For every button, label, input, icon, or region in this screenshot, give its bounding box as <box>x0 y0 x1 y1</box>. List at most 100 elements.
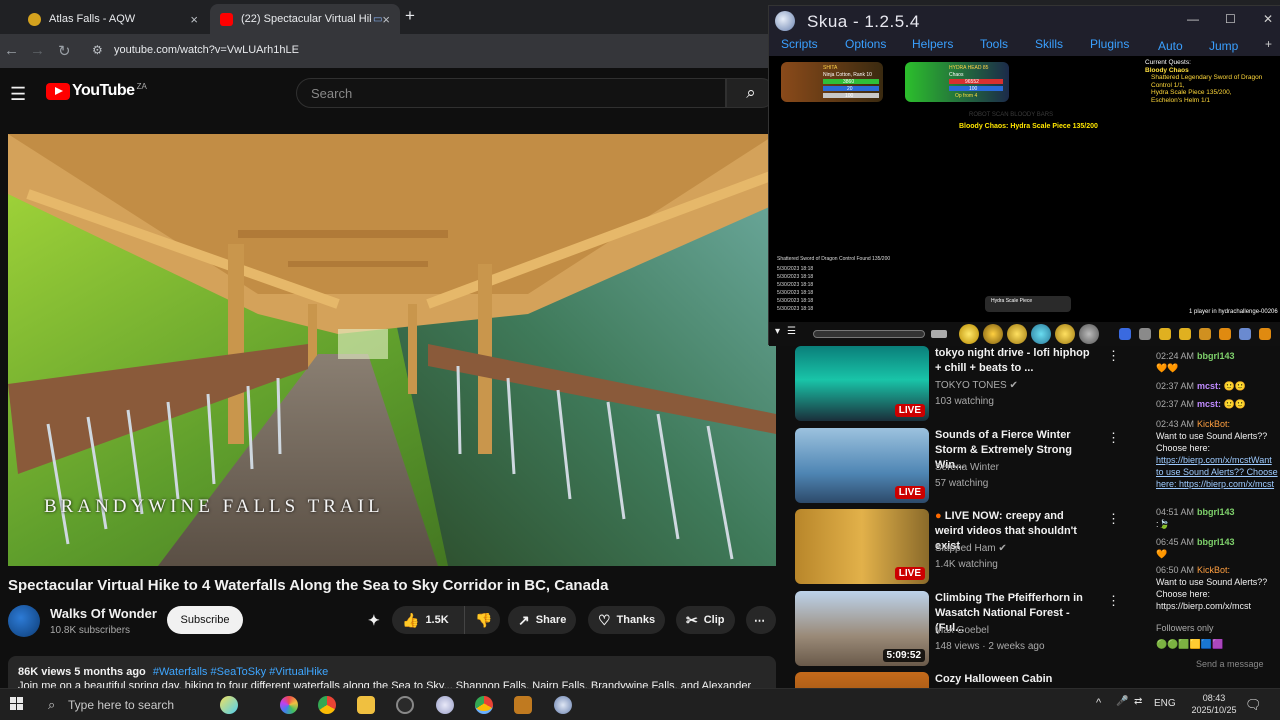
forward-arrow-icon[interactable]: → <box>30 42 45 59</box>
clip-button[interactable]: ✂ Clip <box>676 606 735 634</box>
windows-start-icon[interactable] <box>10 697 24 711</box>
menu-options[interactable]: Options <box>845 37 886 51</box>
search-input[interactable]: Search <box>296 78 726 108</box>
more-vert-icon[interactable]: ⋮ <box>1107 348 1120 364</box>
recommendation-channel: Max Goebel <box>935 625 989 636</box>
menu-icon-8[interactable] <box>1259 328 1271 340</box>
aqw-favicon-icon <box>28 12 41 26</box>
github-icon[interactable] <box>396 696 414 714</box>
skill-4-icon[interactable] <box>1031 324 1051 344</box>
skill-5-icon[interactable] <box>1055 324 1075 344</box>
channel-name[interactable]: Walks Of Wonder <box>50 606 157 621</box>
back-arrow-icon[interactable]: ← <box>4 42 19 59</box>
menu-plugins[interactable]: Plugins <box>1090 37 1129 51</box>
site-info-icon[interactable]: ⚙ <box>92 43 103 57</box>
skua-taskbar-icon[interactable] <box>554 696 572 714</box>
language-indicator[interactable]: ENG <box>1154 698 1176 709</box>
chat-input[interactable] <box>813 330 925 338</box>
skua-logo-icon <box>775 11 795 31</box>
browser-tab-aqw[interactable]: Atlas Falls - AQW × <box>18 4 208 34</box>
more-vert-icon[interactable]: ⋮ <box>1107 430 1120 446</box>
recommendation-item[interactable]: 5:09:52 Climbing The Pfeifferhorn in Was… <box>795 591 1120 669</box>
menu-icon-1[interactable] <box>1119 328 1131 340</box>
menu-icon-6[interactable] <box>1219 328 1231 340</box>
snipping-tool-icon[interactable] <box>436 696 454 714</box>
tray-overflow-icon[interactable]: ^ <box>1096 697 1101 709</box>
menu-jump[interactable]: Jump <box>1209 39 1238 53</box>
add-icon[interactable]: + <box>1265 37 1272 51</box>
video-thumbnail[interactable]: LIVE <box>795 346 929 421</box>
more-vert-icon[interactable]: ⋮ <box>1107 511 1120 527</box>
thanks-button[interactable]: ♡ Thanks <box>588 606 666 634</box>
target-portrait[interactable]: HYDRA HEAD 85 Chaos 96552 100 Op from 4 <box>905 62 1009 102</box>
recommendation-item[interactable]: Cozy Halloween Cabin <box>795 672 1120 688</box>
send-button[interactable] <box>931 330 947 338</box>
dislike-button[interactable]: 👎 <box>464 606 500 634</box>
skill-3-icon[interactable] <box>1007 324 1027 344</box>
game-viewport[interactable]: SHITA Ninja Cotton, Rank 10 3860 20 100 … <box>769 56 1280 346</box>
menu-auto[interactable]: Auto <box>1158 39 1183 53</box>
reload-icon[interactable]: ↻ <box>58 42 71 60</box>
recommendation-item[interactable]: LIVE ● LIVE NOW: creepy and weird videos… <box>795 509 1120 587</box>
network-icon[interactable]: ⇄ <box>1134 696 1142 707</box>
channel-avatar[interactable] <box>8 605 40 637</box>
taskbar-clock[interactable]: 08:43 2025/10/25 <box>1185 692 1243 716</box>
close-tab-icon[interactable]: × <box>382 12 390 27</box>
aqw-launcher-icon[interactable] <box>514 696 532 714</box>
menu-icon-7[interactable] <box>1239 328 1251 340</box>
photos-app-icon[interactable] <box>280 696 298 714</box>
chrome-icon[interactable] <box>318 696 336 714</box>
share-button[interactable]: ↗ Share <box>508 606 577 634</box>
url-field[interactable]: youtube.com/watch?v=VwLUArh1hLE <box>114 44 299 56</box>
youtube-logo[interactable]: YouTube ZA <box>46 82 147 100</box>
live-badge: LIVE <box>894 567 925 580</box>
sparkle-ask-button[interactable]: ✦ <box>362 606 386 634</box>
new-tab-button[interactable]: + <box>405 6 415 26</box>
video-player[interactable]: BRANDYWINE FALLS TRAIL <box>8 134 776 566</box>
video-thumbnail[interactable]: 5:09:52 <box>795 591 929 666</box>
menu-icon-5[interactable] <box>1199 328 1211 340</box>
player-class: Ninja Cotton, Rank 10 <box>823 72 872 78</box>
potion-slot-icon[interactable] <box>1079 324 1099 344</box>
more-vert-icon[interactable]: ⋮ <box>1107 593 1120 609</box>
live-dot-icon: ● <box>935 510 942 522</box>
recommendation-item[interactable]: LIVE Sounds of a Fierce Winter Storm & E… <box>795 428 1120 506</box>
recommendation-title[interactable]: tokyo night drive - lofi hiphop + chill … <box>935 346 1095 376</box>
chat-menu-icon[interactable]: ☰ <box>787 326 796 337</box>
emoji-row[interactable]: 🟢🟢🟩🟨🟦🟪 <box>1156 638 1278 650</box>
skua-titlebar[interactable]: Skua - 1.2.5.4 — ☐ ✕ <box>769 6 1280 36</box>
subscribe-button[interactable]: Subscribe <box>167 606 243 634</box>
menu-helpers[interactable]: Helpers <box>912 37 953 51</box>
menu-scripts[interactable]: Scripts <box>781 37 818 51</box>
menu-icon-4[interactable] <box>1179 328 1191 340</box>
video-thumbnail[interactable]: LIVE <box>795 509 929 584</box>
file-explorer-icon[interactable] <box>357 696 375 714</box>
maximize-icon[interactable]: ☐ <box>1225 12 1236 26</box>
menu-icon[interactable]: ☰ <box>10 84 26 105</box>
like-button[interactable]: 👍 1.5K <box>392 606 464 634</box>
menu-tools[interactable]: Tools <box>980 37 1008 51</box>
hashtags[interactable]: #Waterfalls #SeaToSky #VirtualHike <box>153 666 328 678</box>
menu-icon-3[interactable] <box>1159 328 1171 340</box>
chrome-active-icon[interactable] <box>475 696 493 714</box>
video-thumbnail[interactable] <box>795 672 929 688</box>
skill-1-icon[interactable] <box>959 324 979 344</box>
close-icon[interactable]: ✕ <box>1263 12 1273 26</box>
browser-tab-youtube[interactable]: (22) Spectacular Virtual Hik ▭ × <box>210 4 400 34</box>
chat-send-input[interactable]: Send a message <box>1156 658 1278 670</box>
video-thumbnail[interactable]: LIVE <box>795 428 929 503</box>
recommendation-item[interactable]: LIVE tokyo night drive - lofi hiphop + c… <box>795 346 1120 424</box>
chat-toggle-icon[interactable]: ▾ <box>775 326 780 337</box>
microphone-icon[interactable]: 🎤 <box>1116 696 1128 707</box>
player-portrait[interactable]: SHITA Ninja Cotton, Rank 10 3860 20 100 <box>781 62 883 102</box>
notification-icon[interactable]: 🗨 <box>1245 697 1262 713</box>
recommendation-title[interactable]: Cozy Halloween Cabin <box>935 672 1095 687</box>
skill-2-icon[interactable] <box>983 324 1003 344</box>
share-label: Share <box>535 614 567 626</box>
menu-skills[interactable]: Skills <box>1035 37 1063 51</box>
minimize-icon[interactable]: — <box>1187 12 1199 26</box>
close-tab-icon[interactable]: × <box>190 12 198 27</box>
copilot-sparkle-icon[interactable] <box>220 696 238 714</box>
menu-icon-2[interactable] <box>1139 328 1151 340</box>
more-actions-button[interactable]: ⋯ <box>746 606 776 634</box>
